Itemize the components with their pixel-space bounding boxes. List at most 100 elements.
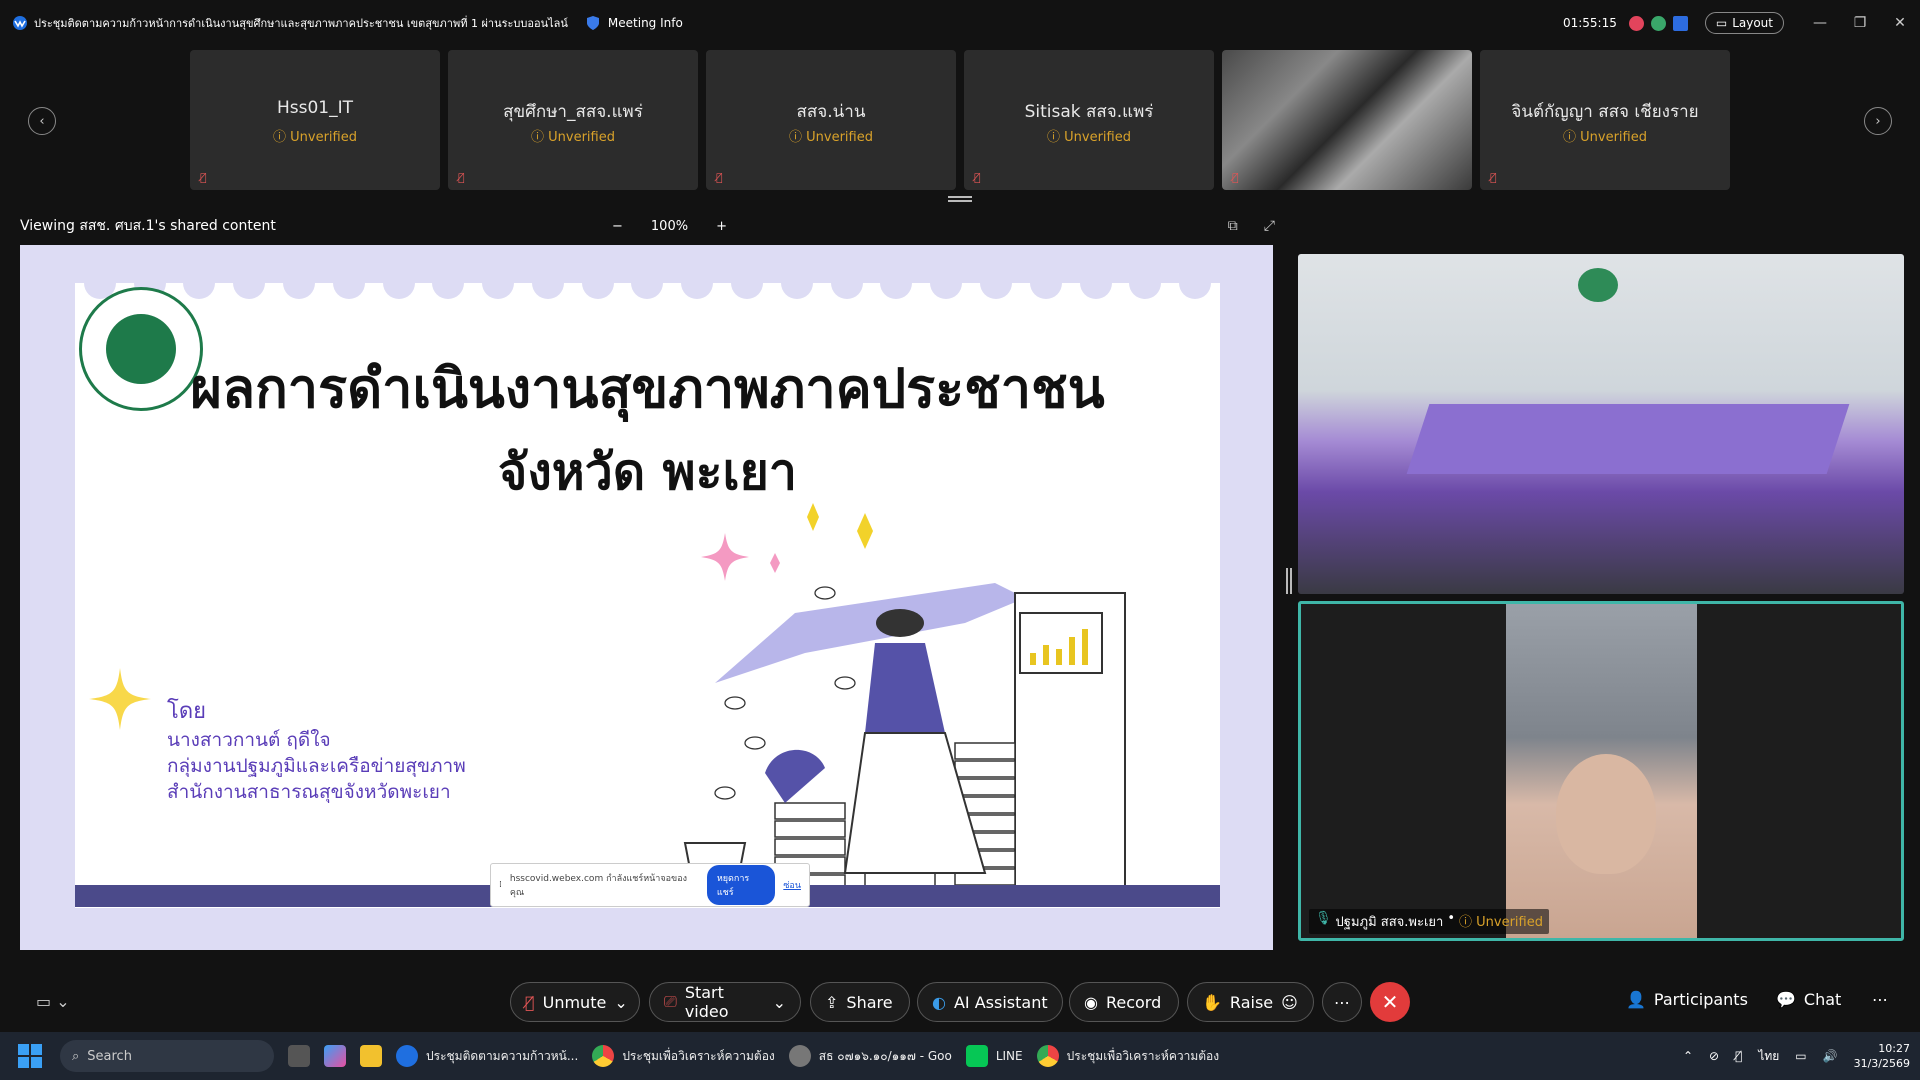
chevron-up-icon[interactable]: ⌃ xyxy=(1683,1049,1693,1063)
room-video-pane[interactable] xyxy=(1298,254,1904,594)
taskbar-app-line[interactable]: LINE xyxy=(965,1032,1023,1080)
muted-mic-icon: 🎙̸ xyxy=(1490,171,1497,184)
clock[interactable]: 10:27 31/3/2569 xyxy=(1854,1041,1910,1071)
meeting-timer: 01:55:15 xyxy=(1562,16,1617,30)
video-off-icon: ⎚ xyxy=(664,992,677,1011)
notes-icon[interactable] xyxy=(1672,15,1688,31)
record-button[interactable]: ◉ Record xyxy=(1069,982,1179,1022)
taskbar-app-chrome-2[interactable]: สธ ๐๗๑๖.๑๐/๑๑๗ - Goo xyxy=(788,1032,952,1080)
stop-sharing-button[interactable]: หยุดการแชร์ xyxy=(706,865,776,905)
chrome-icon xyxy=(1036,1045,1059,1067)
raise-hand-button[interactable]: ✋ Raise ☺ xyxy=(1187,982,1314,1022)
more-icon: ⋯ xyxy=(1872,990,1888,1009)
display-icon[interactable]: ▭ xyxy=(1795,1049,1806,1063)
panel-resize-handle[interactable] xyxy=(1286,568,1292,594)
minimize-button[interactable]: — xyxy=(1800,0,1840,46)
record-icon: ◉ xyxy=(1084,992,1098,1012)
participant-tile[interactable]: Sitisak สสจ.แพร่ ⓘ Unverified 🎙̸ xyxy=(964,50,1214,190)
fullscreen-icon[interactable]: ⤢ xyxy=(1264,218,1275,234)
start-video-button[interactable]: ⎚ Start video ⌄ xyxy=(649,982,801,1022)
leave-meeting-button[interactable]: ✕ xyxy=(1370,982,1410,1022)
speaker-face xyxy=(1556,754,1656,874)
taskbar-app-chrome-3[interactable]: ประชุมเพื่อวิเคราะห์ความต้อง xyxy=(1036,1032,1219,1080)
shared-content-bar: Viewing สสช. ศบส.1's shared content − 10… xyxy=(20,214,1275,238)
hide-notification-link[interactable]: ซ่อน xyxy=(783,878,801,892)
windows-taskbar: ⌕ Search ประชุมติดตามความก้าวหน้... ประช… xyxy=(0,1032,1920,1080)
muted-mic-icon: 🎙̸ xyxy=(1232,171,1239,184)
unverified-badge: ⓘ Unverified xyxy=(531,130,615,145)
active-speaker-pane[interactable]: 🎙 ปฐมภูมิ สสจ.พะเยา • ⓘ Unverified xyxy=(1298,601,1904,941)
zoom-out-button[interactable]: − xyxy=(612,219,623,234)
screen-share-notification: ⁞ hsscovid.webex.com กำลังแชร์หน้าจอของค… xyxy=(490,863,810,907)
panel-more-button[interactable]: ⋯ xyxy=(1872,990,1888,1009)
participant-tile[interactable]: สุขศึกษา_สสจ.แพร่ ⓘ Unverified 🎙̸ xyxy=(448,50,698,190)
mic-icon: 🎙 xyxy=(1315,911,1332,926)
status-indicator-icon xyxy=(1650,15,1666,31)
share-button[interactable]: ⇪ Share xyxy=(810,982,910,1022)
speaker-name: ปฐมภูมิ สสจ.พะเยา xyxy=(1335,915,1444,930)
reactions-icon[interactable]: ☺ xyxy=(1281,993,1298,1012)
strip-resize-handle[interactable] xyxy=(948,196,972,202)
shield-icon xyxy=(586,16,599,30)
taskbar-app-chrome-1[interactable]: ประชุมเพื่อวิเคราะห์ความต้อง xyxy=(592,1032,775,1080)
zoom-in-button[interactable]: + xyxy=(716,219,727,234)
unverified-badge: ⓘ Unverified xyxy=(789,130,873,145)
unmute-button[interactable]: 🎙̸ Unmute ⌄ xyxy=(510,982,640,1022)
restore-button[interactable]: ❐ xyxy=(1840,0,1880,46)
participant-name: จินต์กัญญา สสจ เชียงราย xyxy=(1511,102,1699,122)
participant-tile[interactable]: สสจ.น่าน ⓘ Unverified 🎙̸ xyxy=(706,50,956,190)
room-table xyxy=(1406,404,1850,474)
unverified-badge: ⓘ Unverified xyxy=(273,130,357,145)
layout-label: Layout xyxy=(1732,16,1773,30)
close-icon: ✕ xyxy=(1381,990,1399,1014)
pop-out-icon[interactable]: ⧉ xyxy=(1228,218,1238,234)
more-icon: ⋯ xyxy=(1334,992,1350,1012)
strip-next-button[interactable]: › xyxy=(1864,107,1892,135)
unverified-badge: ⓘ Unverified xyxy=(1563,130,1647,145)
taskbar-app-webex[interactable]: ประชุมติดตามความก้าวหน้... xyxy=(396,1032,578,1080)
chat-button[interactable]: 💬 Chat xyxy=(1776,990,1841,1009)
file-explorer-icon[interactable] xyxy=(360,1032,382,1080)
share-icon: ⇪ xyxy=(825,992,839,1012)
chat-label: Chat xyxy=(1803,990,1842,1009)
webex-icon xyxy=(396,1045,418,1067)
captions-icon: ▭ ⌄ xyxy=(36,992,70,1011)
share-notification-text: hsscovid.webex.com กำลังแชร์หน้าจอของคุณ xyxy=(509,874,687,898)
layout-button[interactable]: ▭ Layout xyxy=(1704,12,1784,34)
strip-prev-button[interactable]: ‹ xyxy=(28,107,56,135)
meeting-info-button[interactable]: Meeting Info xyxy=(586,15,683,31)
participant-tile[interactable]: Hss01_IT ⓘ Unverified 🎙̸ xyxy=(190,50,440,190)
zoom-level: 100% xyxy=(650,218,689,234)
captions-button[interactable]: ▭ ⌄ xyxy=(36,992,70,1011)
taskbar-search[interactable]: ⌕ Search xyxy=(60,1040,274,1072)
close-window-button[interactable]: ✕ xyxy=(1880,0,1920,46)
share-label: Share xyxy=(846,992,893,1012)
taskview-icon[interactable] xyxy=(288,1032,310,1080)
shared-content-area: ผลการดำเนินงานสุขภาพภาคประชาชน จังหวัด พ… xyxy=(20,245,1273,950)
clock-date: 31/3/2569 xyxy=(1853,1057,1910,1070)
windows-start-icon[interactable] xyxy=(18,1044,42,1068)
search-icon: ⌕ xyxy=(72,1048,80,1064)
language-indicator[interactable]: ไทย xyxy=(1758,1047,1779,1066)
drag-handle-icon[interactable]: ⁞ xyxy=(499,880,502,890)
presentation-slide: ผลการดำเนินงานสุขภาพภาคประชาชน จังหวัด พ… xyxy=(75,267,1220,908)
participant-tile[interactable]: จินต์กัญญา สสจ เชียงราย ⓘ Unverified 🎙̸ xyxy=(1480,50,1730,190)
ai-assistant-button[interactable]: ◐ AI Assistant xyxy=(917,982,1063,1022)
chat-icon: 💬 xyxy=(1776,990,1796,1009)
copilot-icon[interactable] xyxy=(324,1032,346,1080)
more-options-button[interactable]: ⋯ xyxy=(1322,982,1362,1022)
muted-mic-icon: 🎙̸ xyxy=(716,171,723,184)
volume-icon[interactable]: 🔊 xyxy=(1823,1049,1838,1063)
participants-button[interactable]: 👤 Participants xyxy=(1626,990,1748,1009)
participant-video-tile[interactable]: 🎙̸ xyxy=(1222,50,1472,190)
system-tray: ⌃ ⊘ 🎙̸ ไทย ▭ 🔊 10:27 31/3/2569 xyxy=(1683,1032,1910,1080)
chevron-down-icon: ⌄ xyxy=(772,992,786,1012)
start-video-label: Start video xyxy=(684,983,729,1021)
mic-muted-tray-icon[interactable]: 🎙̸ xyxy=(1735,1049,1742,1063)
speaker-name-label: 🎙 ปฐมภูมิ สสจ.พะเยา • ⓘ Unverified xyxy=(1309,909,1549,934)
network-off-icon[interactable]: ⊘ xyxy=(1709,1049,1719,1063)
unverified-badge: ⓘ Unverified xyxy=(1047,130,1131,145)
chrome-icon xyxy=(788,1045,811,1067)
slide-title: ผลการดำเนินงานสุขภาพภาคประชาชน xyxy=(190,356,1105,420)
muted-mic-icon: 🎙̸ xyxy=(458,171,465,184)
